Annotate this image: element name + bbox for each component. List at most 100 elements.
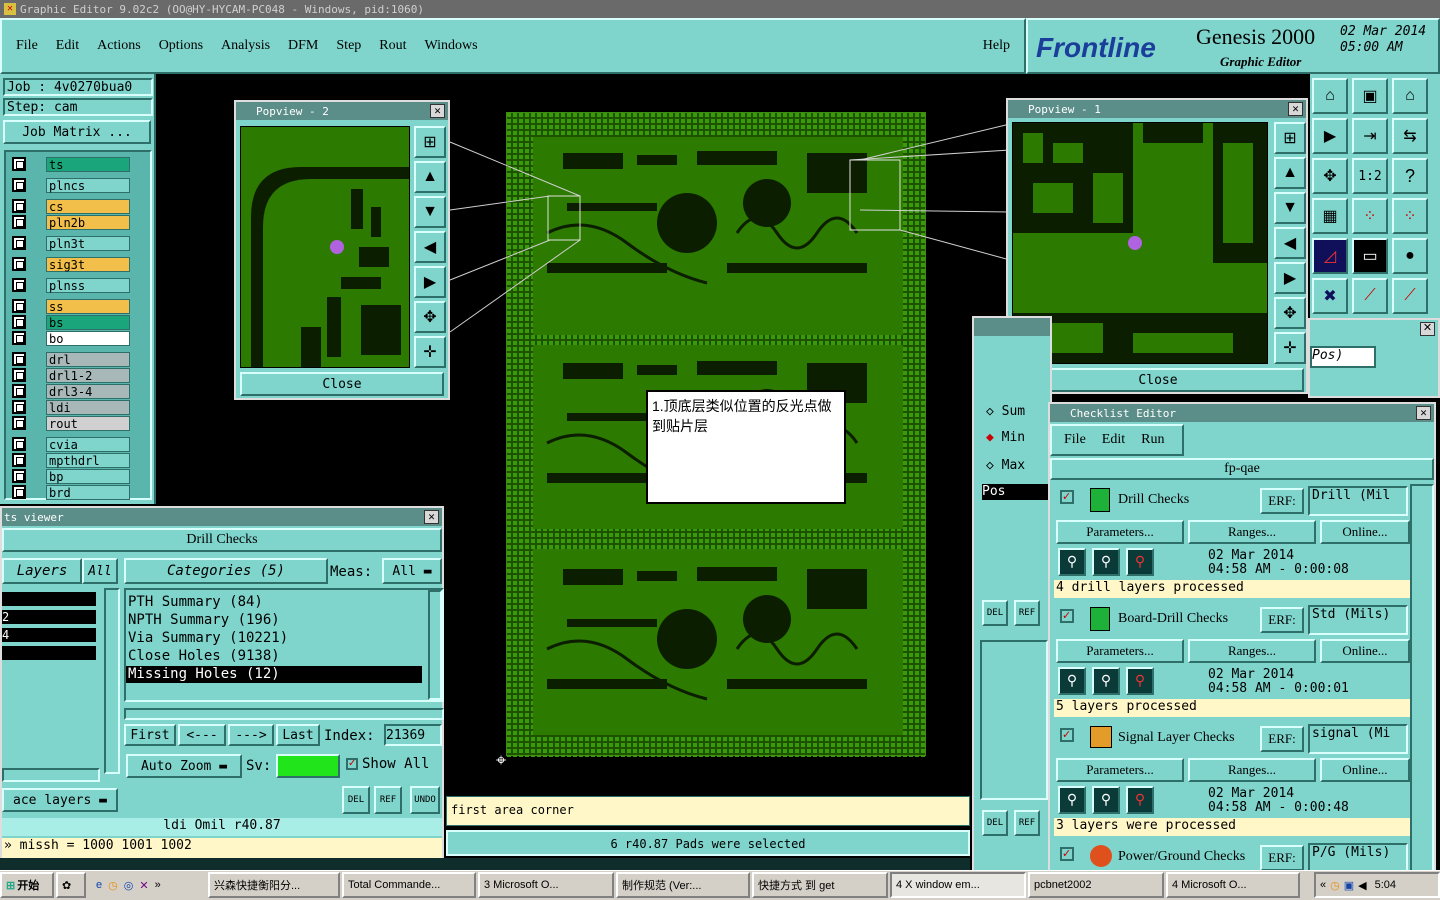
option-min[interactable]: ◆ Min <box>986 430 1025 445</box>
erf-value[interactable]: signal (Mi <box>1308 724 1408 754</box>
layer-row[interactable]: bp <box>12 468 130 484</box>
ratio-icon[interactable]: 1:2 <box>1352 158 1388 194</box>
view-results-icon[interactable]: ⚲ <box>1092 786 1120 814</box>
taskbar-item[interactable]: 制作规范 (Ver:... <box>616 872 750 898</box>
layer-row[interactable]: plnss <box>12 277 130 293</box>
checklist-scrollbar[interactable] <box>1410 484 1434 870</box>
layer-row[interactable]: bo <box>12 330 130 346</box>
tool-icon[interactable]: ⌂ <box>1312 78 1348 114</box>
layer-checkbox[interactable] <box>12 215 26 229</box>
layer-checkbox[interactable] <box>12 331 26 345</box>
ranges-button[interactable]: Ranges... <box>1188 758 1316 782</box>
online-button[interactable]: Online... <box>1320 639 1410 663</box>
pan-left-icon[interactable]: ◀ <box>414 231 446 263</box>
app-icon[interactable]: ◎ <box>124 879 134 892</box>
surface-layers-select[interactable]: ace layers ▬ <box>2 788 118 812</box>
menu-dfm[interactable]: DFM <box>288 38 318 54</box>
volume-icon[interactable]: ◀ <box>1358 879 1366 892</box>
command-line[interactable]: » missh = 1000 1001 1002 <box>2 838 442 858</box>
layer-checkbox[interactable] <box>12 178 26 192</box>
clock-app-icon[interactable]: ◷ <box>108 879 118 892</box>
ref-button[interactable]: REF <box>1014 600 1040 626</box>
popview-2-canvas[interactable] <box>240 126 410 368</box>
taskbar-item[interactable]: 4 Microsoft O... <box>1166 872 1300 898</box>
layer-row[interactable]: pln3t <box>12 235 130 251</box>
layer-row[interactable]: sig3t <box>12 256 130 272</box>
run-icon[interactable]: ⚲ <box>1058 548 1086 576</box>
tool-icon[interactable]: ✥ <box>1312 158 1348 194</box>
layer-row[interactable]: cs <box>12 198 130 214</box>
layer-row[interactable]: ss <box>12 298 130 314</box>
layer-row[interactable]: bs <box>12 314 130 330</box>
line2-icon[interactable]: ⟋ <box>1392 278 1428 314</box>
layer-checkbox[interactable] <box>12 469 26 483</box>
pan-right-icon[interactable]: ▶ <box>1274 262 1306 294</box>
grid-icon[interactable]: ▦ <box>1312 198 1348 234</box>
popview-2-close-button[interactable]: Close <box>240 372 444 396</box>
layer-checkbox[interactable] <box>12 257 26 271</box>
view-results-icon[interactable]: ⚲ <box>1092 667 1120 695</box>
menu-rout[interactable]: Rout <box>379 38 406 54</box>
tray-icon[interactable]: « <box>1320 879 1326 891</box>
online-button[interactable]: Online... <box>1320 758 1410 782</box>
quicklaunch-icon[interactable]: ✿ <box>56 872 86 898</box>
list-item[interactable]: 4 <box>2 628 96 642</box>
check-name[interactable]: Power/Ground Checks <box>1118 849 1245 865</box>
more-icon[interactable]: » <box>155 879 161 891</box>
option-sum[interactable]: ◇ Sum <box>986 404 1025 419</box>
pan-down-icon[interactable]: ▼ <box>1274 192 1306 224</box>
check-enabled-checkbox[interactable]: ✓ <box>1060 490 1074 504</box>
menu-file[interactable]: File <box>16 38 38 54</box>
close-icon[interactable]: ✕ <box>1288 102 1303 116</box>
categories-hscrollbar[interactable] <box>124 708 444 720</box>
close-icon[interactable]: ✕ <box>1416 406 1431 420</box>
run-icon[interactable]: ⚲ <box>1058 667 1086 695</box>
layer-checkbox[interactable] <box>12 416 26 430</box>
pos-field[interactable]: Pos <box>982 484 1050 500</box>
tool-icon[interactable]: ⇆ <box>1392 118 1428 154</box>
pan-left-icon[interactable]: ◀ <box>1274 227 1306 259</box>
show-all-checkbox[interactable]: ✓ <box>346 758 358 770</box>
layer-row[interactable]: pln2b <box>12 214 130 230</box>
del-button[interactable]: DEL <box>982 600 1008 626</box>
line-icon[interactable]: ⟋ <box>1352 278 1388 314</box>
view-results-icon[interactable]: ⚲ <box>1092 548 1120 576</box>
close-icon[interactable]: ✕ <box>424 510 439 524</box>
option-max[interactable]: ◇ Max <box>986 458 1025 473</box>
erf-value[interactable]: P/G (Mils) <box>1308 843 1408 870</box>
erf-value[interactable]: Drill (Mil <box>1308 486 1408 516</box>
zoom-in-icon[interactable]: ⊞ <box>1274 122 1306 154</box>
zoom-fit-icon[interactable]: ✥ <box>1274 297 1306 329</box>
taskbar-item[interactable]: pcbnet2002 <box>1028 872 1164 898</box>
tool-icon[interactable]: ▶ <box>1312 118 1348 154</box>
pan-up-icon[interactable]: ▲ <box>1274 157 1306 189</box>
ranges-button[interactable]: Ranges... <box>1188 520 1316 544</box>
layer-checkbox[interactable] <box>12 157 26 171</box>
run-icon[interactable]: ⚲ <box>1058 786 1086 814</box>
list-item[interactable]: 2 <box>2 610 96 624</box>
taskbar-item[interactable]: 兴森快捷衡阳分... <box>208 872 340 898</box>
sv-color-select[interactable] <box>276 754 340 778</box>
layer-row[interactable]: ldi <box>12 399 130 415</box>
layer-checkbox[interactable] <box>12 236 26 250</box>
category-item[interactable]: Via Summary (10221) <box>128 630 288 646</box>
zoom-fit-icon[interactable]: ✥ <box>414 301 446 333</box>
checklist-menu-run[interactable]: Run <box>1141 432 1164 448</box>
clear-results-icon[interactable]: ⚲ <box>1126 548 1154 576</box>
popview-1-close-button[interactable]: Close <box>1012 368 1304 392</box>
layers-scrollbar[interactable] <box>104 588 120 774</box>
taskbar-item-active[interactable]: 4 X window em... <box>890 872 1026 898</box>
first-button[interactable]: First <box>124 724 176 746</box>
categories-scrollbar[interactable] <box>428 590 442 700</box>
parameters-button[interactable]: Parameters... <box>1056 520 1184 544</box>
snap2-icon[interactable]: ⁘ <box>1392 198 1428 234</box>
menu-help[interactable]: Help <box>983 38 1010 54</box>
category-item-selected[interactable]: Missing Holes (12) <box>126 666 422 683</box>
circle-icon[interactable]: ● <box>1392 238 1428 274</box>
auto-zoom-select[interactable]: Auto Zoom ▬ <box>126 754 242 778</box>
close-icon[interactable]: ✕ <box>430 104 445 118</box>
layer-row[interactable]: rout <box>12 415 130 431</box>
next-button[interactable]: ---> <box>228 724 274 746</box>
list-item[interactable] <box>2 646 96 660</box>
menu-analysis[interactable]: Analysis <box>221 38 270 54</box>
